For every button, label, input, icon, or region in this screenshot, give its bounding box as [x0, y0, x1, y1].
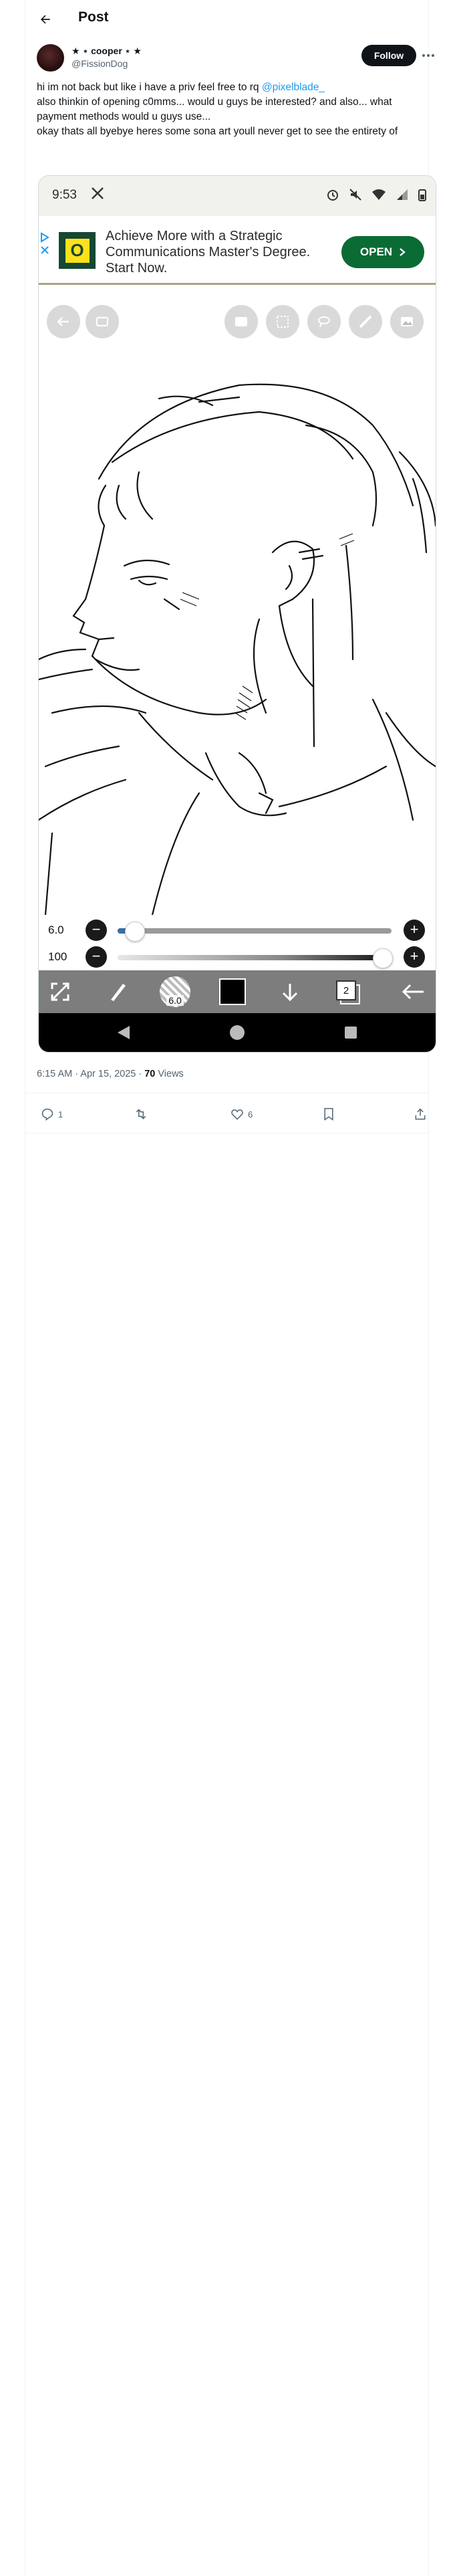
color-swatch [219, 978, 246, 1005]
header: Post [25, 0, 428, 39]
triangle-back-icon [118, 1026, 130, 1039]
opacity-track[interactable] [118, 948, 393, 968]
reply-icon [41, 1108, 53, 1121]
color-button[interactable] [215, 974, 250, 1009]
bookmark-button[interactable] [323, 1107, 335, 1121]
android-nav-bar [39, 1013, 436, 1052]
brush-icon [111, 984, 126, 1001]
more-button[interactable] [418, 45, 438, 66]
brush-size-track[interactable] [118, 922, 392, 942]
brush-tool-button[interactable] [100, 974, 135, 1009]
like-button[interactable]: 6 [231, 1107, 253, 1121]
opacity-increase-button[interactable]: + [404, 946, 425, 968]
share-icon [415, 1108, 426, 1120]
signal-icon [397, 189, 408, 200]
repost-icon [136, 1109, 146, 1119]
status-time: 9:53 [52, 188, 77, 202]
tweet-media[interactable]: 9:53 O Achieve More with a Strategic Com… [38, 175, 436, 1053]
brush-size-label: 6.0 [166, 995, 184, 1006]
transform-icon [51, 982, 69, 1001]
mute-icon [349, 189, 361, 201]
status-icons [326, 188, 426, 201]
phone-status-bar: 9:53 [39, 176, 436, 216]
arrow-left-icon [41, 15, 50, 24]
transform-tool-button[interactable] [43, 974, 78, 1009]
action-bar: 1 6 [37, 1102, 428, 1129]
brush-size-slider[interactable]: 6.0 − + [39, 917, 436, 944]
opacity-decrease-button[interactable]: − [86, 946, 107, 968]
post-timestamp[interactable]: 6:15 AM · Apr 15, 2025 · [37, 1069, 144, 1079]
avatar[interactable] [37, 44, 64, 72]
move-down-button[interactable] [273, 974, 307, 1009]
opacity-value: 100 [48, 950, 67, 963]
opacity-slider[interactable]: 100 − + [39, 944, 436, 970]
battery-icon [418, 189, 426, 201]
reply-button[interactable]: 1 [41, 1107, 63, 1121]
share-button[interactable] [414, 1107, 427, 1121]
ad-logo-letter: O [70, 240, 84, 260]
brush-size-knob[interactable] [125, 922, 146, 942]
tweet-text: hi im not back but like i have a priv fe… [37, 80, 428, 139]
repost-button[interactable] [134, 1107, 152, 1121]
ad-logo: O [59, 232, 96, 269]
brush-size-value: 6.0 [48, 924, 64, 936]
sketch-drawing [39, 383, 436, 915]
square-recents-icon [345, 1027, 357, 1039]
x-logo-icon [92, 187, 104, 199]
follow-button[interactable]: Follow [361, 45, 416, 66]
page-title: Post [78, 9, 109, 25]
bookmark-icon [324, 1107, 333, 1121]
divider [25, 1133, 428, 1134]
ad-open-button[interactable]: OPEN [341, 236, 424, 268]
drawing-toolbar: 6.0 2 [39, 970, 436, 1013]
mention-link[interactable]: @pixelblade_ [262, 82, 325, 93]
circle-home-icon [230, 1025, 245, 1040]
nav-home-button[interactable] [227, 1023, 247, 1043]
layers-button[interactable]: 2 [330, 974, 365, 1009]
arrow-left-icon [402, 984, 424, 1000]
views-label: Views [155, 1069, 184, 1079]
brush-size-button[interactable]: 6.0 [158, 974, 192, 1009]
arrow-down-icon [282, 984, 298, 1002]
tweet-line: hi im not back but like i have a priv fe… [37, 82, 325, 93]
reply-count: 1 [58, 1109, 63, 1119]
more-icon [422, 54, 434, 57]
author-handle[interactable]: @FissionDog [71, 58, 128, 69]
heart-icon [231, 1109, 243, 1120]
brush-size-increase-button[interactable]: + [404, 920, 425, 941]
nav-back-button[interactable] [114, 1023, 134, 1043]
ad-text: Achieve More with a Strategic Communicat… [106, 229, 311, 276]
layer-count: 2 [336, 980, 356, 1000]
back-button[interactable] [34, 8, 57, 31]
alarm-icon [327, 190, 338, 201]
nav-recents-button[interactable] [341, 1023, 361, 1043]
tweet-line: also thinkin of opening c0mms... would u… [37, 96, 392, 122]
chevron-right-icon [400, 248, 406, 256]
brush-size-decrease-button[interactable]: − [86, 920, 107, 941]
post-meta: 6:15 AM · Apr 15, 2025 · 70 Views [37, 1069, 184, 1079]
author-row: ★ ⋆ cooper ⋆ ★ @FissionDog Follow [37, 43, 434, 76]
tweet-line: okay thats all byebye heres some sona ar… [37, 126, 398, 137]
back-arrow-button[interactable] [396, 974, 430, 1009]
wifi-icon [372, 189, 386, 200]
ad-banner[interactable]: O Achieve More with a Strategic Communic… [39, 216, 436, 285]
drawing-canvas[interactable] [39, 285, 436, 915]
views-count: 70 [144, 1069, 156, 1079]
ad-choices-icon[interactable] [40, 232, 51, 256]
like-count: 6 [248, 1109, 253, 1119]
author-name[interactable]: ★ ⋆ cooper ⋆ ★ [71, 45, 142, 57]
opacity-knob[interactable] [373, 948, 393, 968]
